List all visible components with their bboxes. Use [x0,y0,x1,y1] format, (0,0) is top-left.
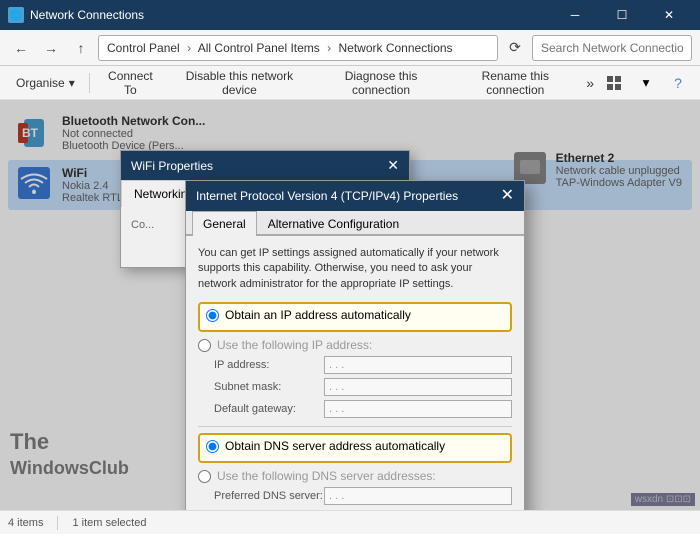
auto-dns-label: Obtain DNS server address automatically [225,439,445,453]
manual-ip-option[interactable]: Use the following IP address: [198,338,512,352]
auto-dns-option[interactable]: Obtain DNS server address automatically [206,439,504,453]
app-icon: 🌐 [8,7,24,23]
minimize-btn[interactable]: ─ [552,0,598,30]
window-controls: ─ ☐ ✕ [552,0,692,30]
ip-address-input[interactable] [324,356,512,374]
ip-address-row: IP address: [214,356,512,374]
view-dropdown-button[interactable]: ▾ [632,69,660,97]
subnet-mask-row: Subnet mask: [214,378,512,396]
alternative-dns-row: Alternative DNS server: [214,509,512,510]
tcp-close-btn[interactable]: ✕ [501,188,514,204]
more-button[interactable]: » [582,69,598,97]
wifi-close-btn[interactable]: ✕ [387,157,399,174]
tcp-tabs: General Alternative Configuration [186,211,524,236]
toolbar: Organise ▾ Connect To Disable this netwo… [0,66,700,100]
grid-icon [606,75,622,91]
diagnose-label: Diagnose this connection [322,69,441,97]
default-gateway-input[interactable] [324,400,512,418]
window-title: Network Connections [30,8,552,22]
tcp-dialog-title-text: Internet Protocol Version 4 (TCP/IPv4) P… [196,189,458,203]
default-gateway-label: Default gateway: [214,403,324,415]
tcp-description: You can get IP settings assigned automat… [198,246,512,292]
refresh-button[interactable]: ⟳ [502,35,528,61]
tcp-dialog-titlebar: Internet Protocol Version 4 (TCP/IPv4) P… [186,181,524,211]
rename-label: Rename this connection [458,69,572,97]
manual-dns-label: Use the following DNS server addresses: [217,469,436,483]
tcp-dialog: Internet Protocol Version 4 (TCP/IPv4) P… [185,180,525,510]
title-bar: 🌐 Network Connections ─ ☐ ✕ [0,0,700,30]
address-bar: ← → ↑ Control Panel › All Control Panel … [0,30,700,66]
subnet-mask-label: Subnet mask: [214,381,324,393]
selected-count: 1 item selected [72,517,146,529]
diagnose-button[interactable]: Diagnose this connection [314,69,449,97]
status-bar: 4 items 1 item selected [0,510,700,534]
rename-button[interactable]: Rename this connection [450,69,580,97]
auto-ip-highlight: Obtain an IP address automatically [198,302,512,332]
subnet-mask-input[interactable] [324,378,512,396]
connect-to-button[interactable]: Connect To [96,69,166,97]
content-area: BT Bluetooth Network Con... Not connecte… [0,100,700,510]
address-path[interactable]: Control Panel › All Control Panel Items … [98,35,498,61]
dns-address-fields: Preferred DNS server: Alternative DNS se… [214,487,512,510]
tab-alternative-config[interactable]: Alternative Configuration [257,211,410,236]
tcp-dialog-content: You can get IP settings assigned automat… [186,236,524,510]
auto-dns-highlight: Obtain DNS server address automatically [198,433,512,463]
auto-ip-label: Obtain an IP address automatically [225,308,411,322]
close-btn[interactable]: ✕ [646,0,692,30]
connect-to-label: Connect To [104,69,158,97]
auto-dns-radio[interactable] [206,440,219,453]
organise-button[interactable]: Organise ▾ [8,69,83,97]
preferred-dns-row: Preferred DNS server: [214,487,512,505]
help-button[interactable]: ? [664,69,692,97]
alternative-dns-label: Alternative DNS server: [214,509,324,510]
manual-dns-radio[interactable] [198,470,211,483]
tab-general[interactable]: General [192,211,257,236]
organise-arrow: ▾ [69,76,75,90]
preferred-dns-input[interactable] [324,487,512,505]
auto-ip-radio[interactable] [206,309,219,322]
item-count: 4 items [8,517,43,529]
manual-dns-option[interactable]: Use the following DNS server addresses: [198,469,512,483]
disable-button[interactable]: Disable this network device [167,69,312,97]
manual-ip-radio[interactable] [198,339,211,352]
status-separator [57,516,58,530]
back-button[interactable]: ← [8,35,34,61]
wifi-dialog-title-text: WiFi Properties [131,159,213,173]
path-text: Control Panel › All Control Panel Items … [107,41,453,55]
wifi-content-text: Co... [131,219,154,231]
search-input[interactable] [532,35,692,61]
organise-label: Organise [16,76,65,90]
toolbar-separator-1 [89,73,90,93]
disable-label: Disable this network device [175,69,304,97]
up-button[interactable]: ↑ [68,35,94,61]
tcp-divider [198,426,512,427]
forward-button[interactable]: → [38,35,64,61]
main-window: 🌐 Network Connections ─ ☐ ✕ ← → ↑ Contro… [0,0,700,534]
auto-ip-option[interactable]: Obtain an IP address automatically [206,308,504,322]
manual-ip-label: Use the following IP address: [217,338,372,352]
wifi-dialog-titlebar: WiFi Properties ✕ [121,151,409,180]
ip-address-label: IP address: [214,359,324,371]
default-gateway-row: Default gateway: [214,400,512,418]
view-icons-button[interactable] [600,69,628,97]
maximize-btn[interactable]: ☐ [599,0,645,30]
ip-address-fields: IP address: Subnet mask: Default gateway… [214,356,512,418]
preferred-dns-label: Preferred DNS server: [214,490,324,502]
toolbar-right: ▾ ? [600,69,692,97]
